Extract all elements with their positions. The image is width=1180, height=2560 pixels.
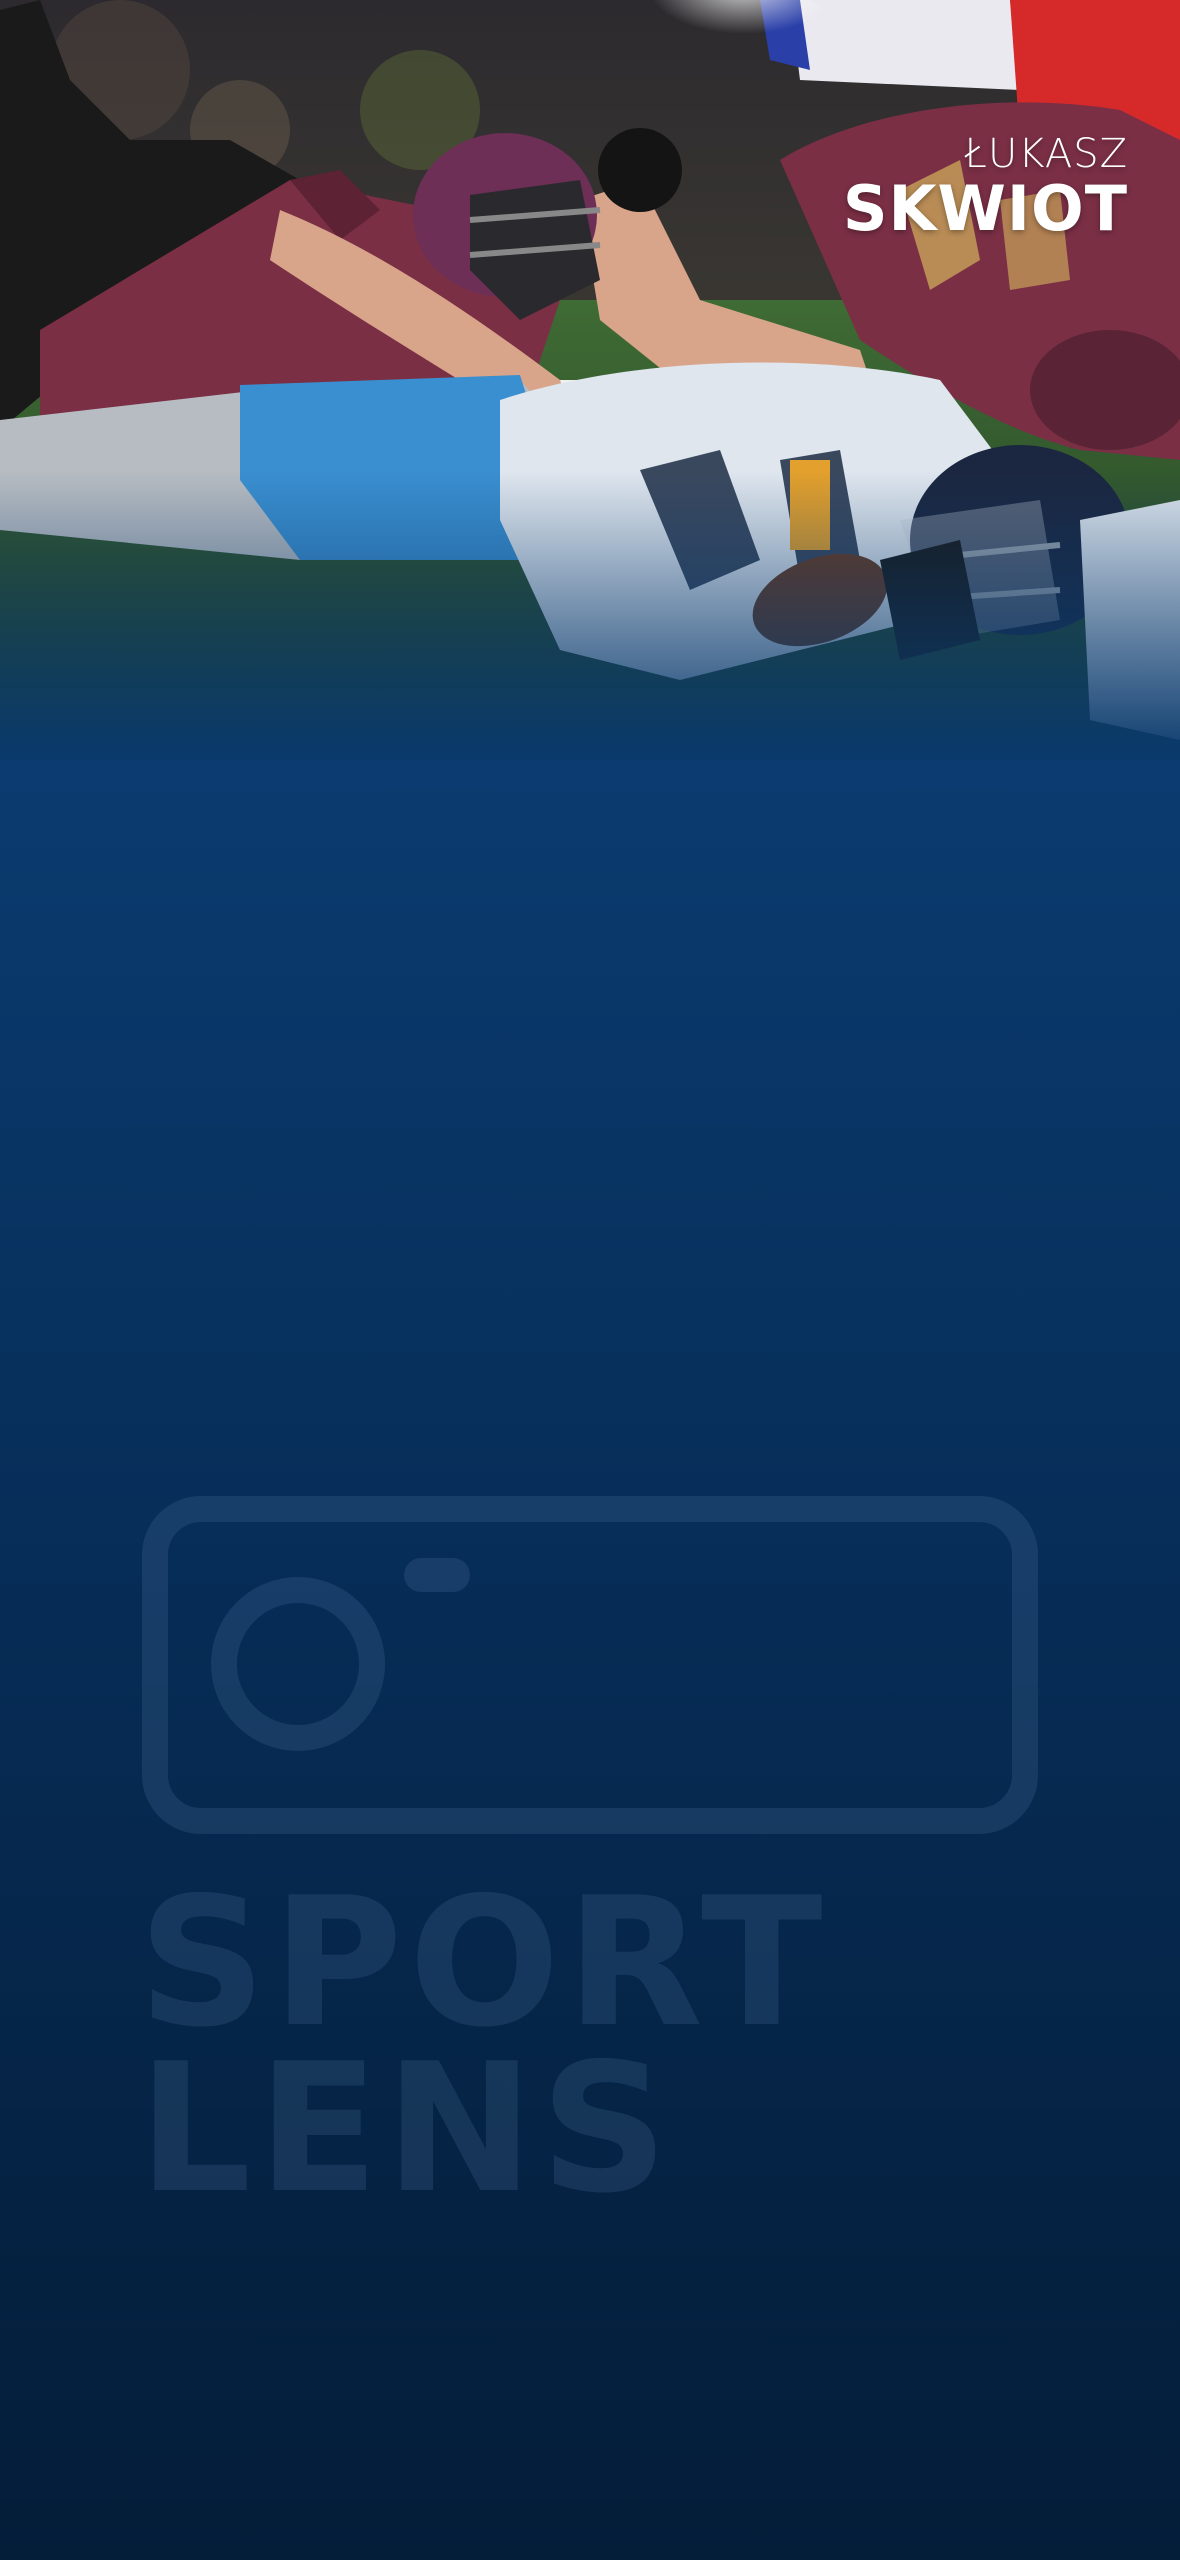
watermark-line-1: SPORT <box>138 1859 829 2066</box>
watermark-line-2: LENS <box>138 2025 675 2232</box>
camera-icon <box>142 1496 1038 1834</box>
story-canvas: ŁUKASZ SKWIOT SPORT LENS <box>0 0 1180 2560</box>
photographer-first-name: ŁUKASZ <box>964 131 1128 177</box>
football-tackle-illustration <box>0 0 1180 760</box>
sportlens-watermark: SPORT LENS <box>138 1859 1058 2232</box>
photographer-credit: ŁUKASZ SKWIOT <box>843 132 1128 242</box>
hero-photo <box>0 0 1180 760</box>
photographer-last-name: SKWIOT <box>842 172 1128 245</box>
